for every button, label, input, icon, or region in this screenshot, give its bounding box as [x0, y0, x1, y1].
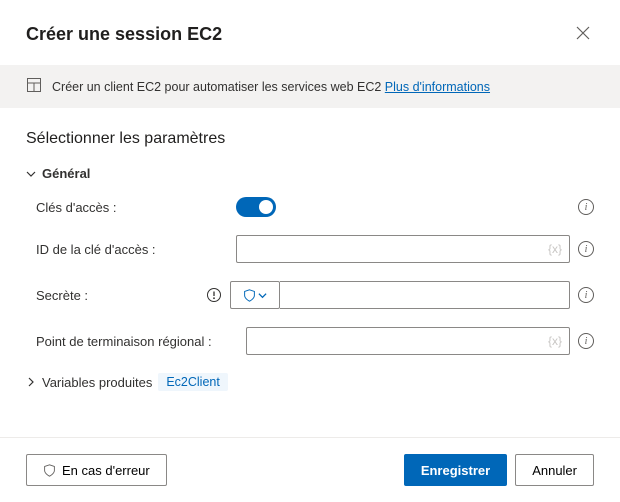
- chevron-down-icon: [26, 169, 36, 179]
- close-icon: [576, 26, 590, 40]
- parameters-section: Sélectionner les paramètres Général Clés…: [0, 118, 620, 407]
- group-general-label: Général: [42, 166, 90, 181]
- endpoint-label: Point de terminaison régional :: [36, 334, 246, 349]
- warning-icon: [206, 287, 222, 303]
- dialog-header: Créer une session EC2: [0, 0, 620, 59]
- on-error-label: En cas d'erreur: [62, 463, 150, 478]
- more-info-link[interactable]: Plus d'informations: [385, 80, 490, 94]
- access-keys-label: Clés d'accès :: [36, 200, 236, 215]
- access-keys-toggle[interactable]: [236, 197, 276, 217]
- group-general-toggle[interactable]: Général: [26, 166, 594, 181]
- row-secret: Secrète : i: [36, 281, 594, 309]
- row-access-keys: Clés d'accès : i: [36, 197, 594, 217]
- close-button[interactable]: [572, 22, 594, 47]
- endpoint-input[interactable]: [246, 327, 570, 355]
- info-icon[interactable]: i: [578, 241, 594, 257]
- variables-label: Variables produites: [42, 375, 152, 390]
- shield-outline-icon: [43, 464, 56, 477]
- info-icon[interactable]: i: [578, 287, 594, 303]
- page-title: Créer une session EC2: [26, 24, 222, 45]
- save-button[interactable]: Enregistrer: [404, 454, 507, 486]
- chevron-right-icon: [26, 377, 36, 387]
- secret-label: Secrète :: [36, 288, 206, 303]
- info-icon[interactable]: i: [578, 333, 594, 349]
- info-banner: Créer un client EC2 pour automatiser les…: [0, 65, 620, 108]
- cancel-button[interactable]: Annuler: [515, 454, 594, 486]
- row-endpoint: Point de terminaison régional : {x} i: [36, 327, 594, 355]
- save-label: Enregistrer: [421, 463, 490, 478]
- access-key-id-input[interactable]: [236, 235, 570, 263]
- on-error-button[interactable]: En cas d'erreur: [26, 454, 167, 486]
- row-access-key-id: ID de la clé d'accès : {x} i: [36, 235, 594, 263]
- access-key-id-label: ID de la clé d'accès :: [36, 242, 236, 257]
- shield-icon: [243, 289, 256, 302]
- cancel-label: Annuler: [532, 463, 577, 478]
- banner-text: Créer un client EC2 pour automatiser les…: [52, 80, 490, 94]
- secret-input[interactable]: [280, 281, 570, 309]
- variable-tag: Ec2Client: [158, 373, 228, 391]
- group-variables-toggle[interactable]: Variables produites Ec2Client: [26, 373, 594, 391]
- dialog-footer: En cas d'erreur Enregistrer Annuler: [0, 437, 620, 502]
- section-title: Sélectionner les paramètres: [26, 130, 594, 148]
- info-icon[interactable]: i: [578, 199, 594, 215]
- chevron-down-icon: [258, 291, 267, 300]
- banner-message: Créer un client EC2 pour automatiser les…: [52, 80, 385, 94]
- secret-picker-button[interactable]: [230, 281, 280, 309]
- layout-icon: [26, 77, 42, 96]
